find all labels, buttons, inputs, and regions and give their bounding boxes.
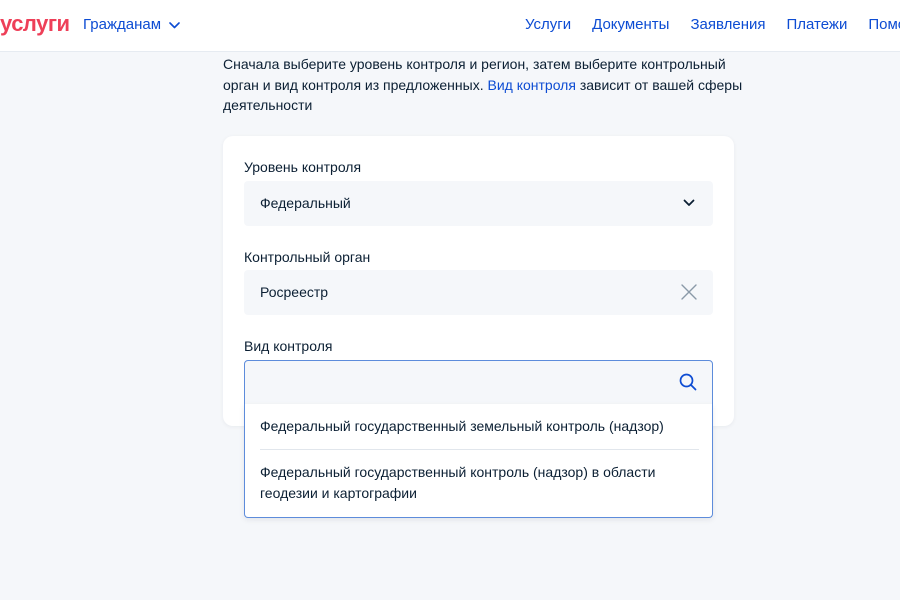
- gosuslugi-logo[interactable]: услуги: [0, 10, 70, 38]
- nav-item-documents[interactable]: Документы: [592, 15, 669, 35]
- nav-item-applications[interactable]: Заявления: [690, 15, 765, 35]
- control-type-label: Вид контроля: [244, 338, 333, 354]
- option-divider: [260, 449, 699, 450]
- option-land-control[interactable]: Федеральный государственный земельный ко…: [260, 416, 700, 437]
- top-header: услуги Гражданам Услуги Документы Заявле…: [0, 0, 900, 52]
- control-type-field: [244, 360, 713, 405]
- nav-item-payments[interactable]: Платежи: [787, 15, 848, 35]
- chevron-down-icon[interactable]: [679, 193, 699, 213]
- close-icon[interactable]: [679, 282, 699, 302]
- intro-text: Сначала выберите уровень контроля и реги…: [223, 54, 743, 116]
- main-nav: Услуги Документы Заявления Платежи Помощ…: [525, 15, 900, 35]
- chevron-down-icon: [169, 21, 180, 29]
- level-select[interactable]: Федеральный: [244, 181, 713, 226]
- level-value: Федеральный: [260, 195, 351, 211]
- audience-label: Гражданам: [83, 16, 162, 33]
- nav-item-services[interactable]: Услуги: [525, 15, 571, 35]
- option-geodesy-control[interactable]: Федеральный государственный контроль (на…: [260, 462, 700, 504]
- control-type-link[interactable]: Вид контроля: [487, 77, 575, 93]
- nav-item-help[interactable]: Помощь: [868, 15, 900, 35]
- level-label: Уровень контроля: [244, 159, 362, 175]
- control-type-dropdown: Федеральный государственный земельный ко…: [244, 404, 713, 518]
- authority-value: Росреестр: [260, 284, 329, 300]
- authority-label: Контрольный орган: [244, 249, 371, 265]
- authority-select[interactable]: Росреестр: [244, 270, 713, 315]
- control-type-search-input[interactable]: [245, 361, 665, 404]
- search-icon[interactable]: [678, 372, 698, 392]
- audience-dropdown[interactable]: Гражданам: [83, 15, 180, 35]
